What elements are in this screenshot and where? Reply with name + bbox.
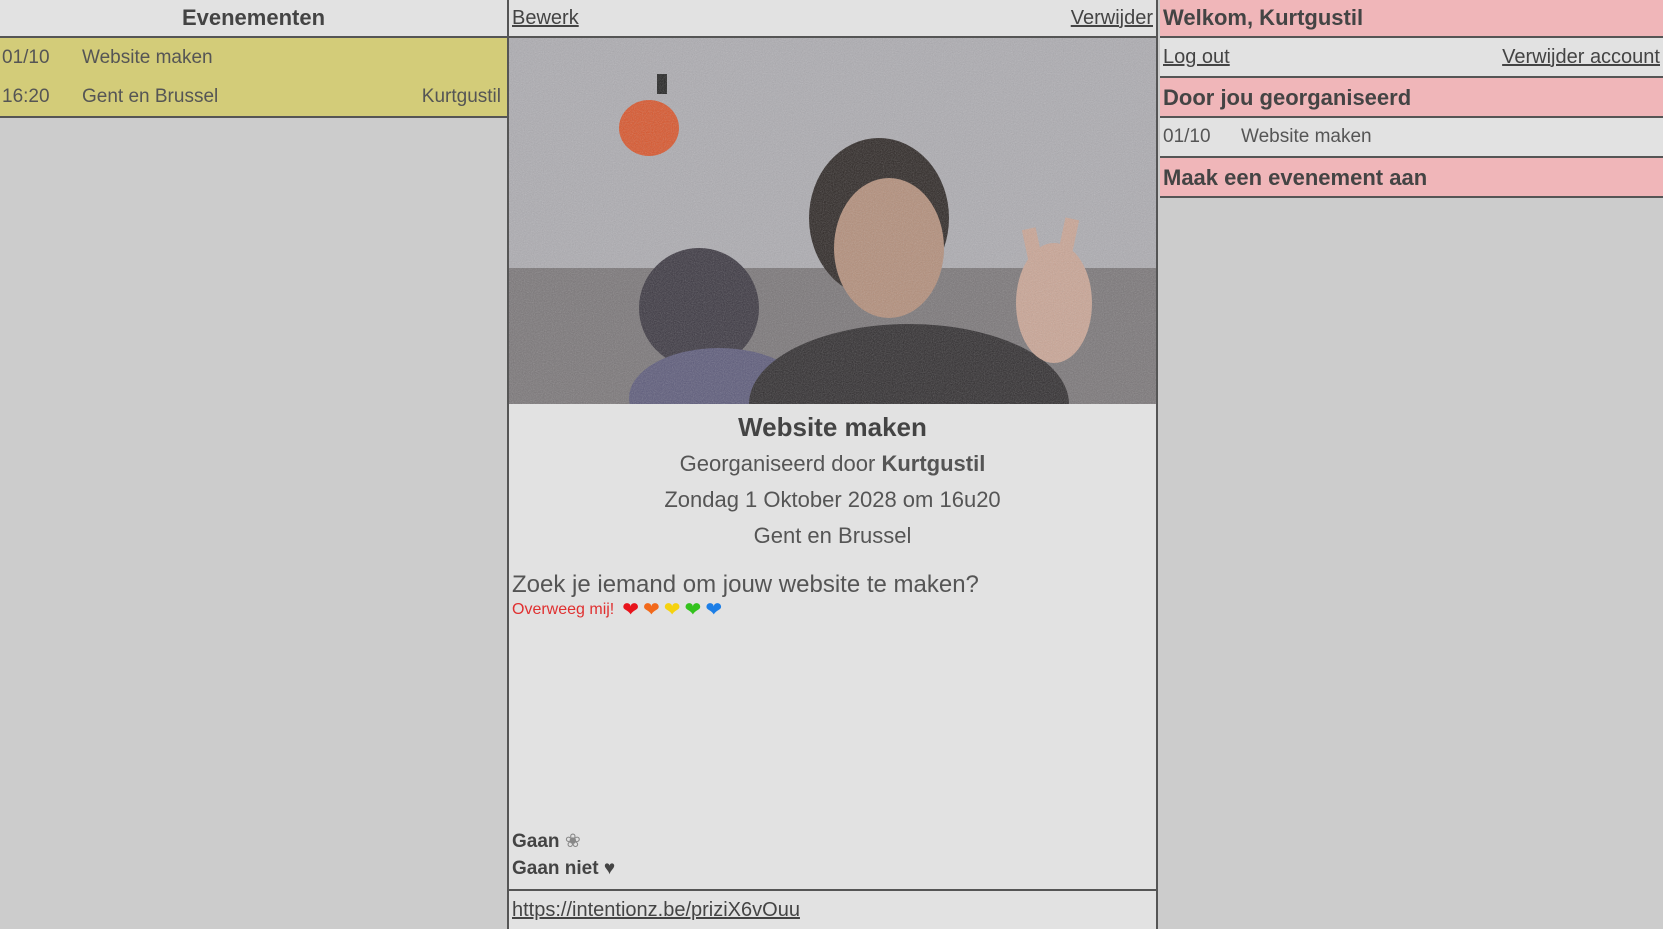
not-going-button[interactable]: Gaan niet ♥ xyxy=(512,855,615,882)
consider-line: Overweeg mij! ❤ ❤ ❤ ❤ ❤ xyxy=(512,600,1153,620)
description-text: Zoek je iemand om jouw website te maken? xyxy=(512,571,979,598)
event-organizer: Kurtgustil xyxy=(421,85,501,107)
going-label: Gaan xyxy=(512,831,560,852)
organized-section-title: Door jou georganiseerd xyxy=(1160,78,1663,118)
event-location: Gent en Brussel xyxy=(753,523,912,548)
green-heart-icon: ❤ xyxy=(684,599,702,621)
events-sidebar: Evenementen 01/10 Website maken 16:20 Ge… xyxy=(0,0,507,929)
yellow-heart-icon: ❤ xyxy=(663,599,681,621)
flower-icon: ❀ xyxy=(564,831,581,852)
organized-event-date: 01/10 xyxy=(1163,126,1211,147)
hearts-row: ❤ ❤ ❤ ❤ ❤ xyxy=(622,600,722,620)
event-photo xyxy=(509,38,1156,404)
event-description: Zoek je iemand om jouw website te maken?… xyxy=(509,570,1156,620)
welcome-header: Welkom, Kurtgustil xyxy=(1160,0,1663,38)
consider-text: Overweeg mij! xyxy=(512,601,615,618)
rsvp-section: Gaan ❀ Gaan niet ♥ xyxy=(512,828,615,882)
edit-event-link[interactable]: Bewerk xyxy=(512,7,579,30)
heart-icon: ♥ xyxy=(603,858,616,879)
event-list-item[interactable]: 01/10 Website maken 16:20 Gent en Brusse… xyxy=(0,38,507,118)
event-datetime: Zondag 1 Oktober 2028 om 16u20 xyxy=(664,487,1001,512)
going-button[interactable]: Gaan ❀ xyxy=(512,828,615,855)
organized-event-item[interactable]: 01/10 Website maken xyxy=(1160,118,1663,158)
organized-event-name: Website maken xyxy=(1241,126,1372,147)
share-link[interactable]: https://intentionz.be/priziX6vOuu xyxy=(512,899,800,922)
red-heart-icon: ❤ xyxy=(622,599,640,621)
event-location: Gent en Brussel xyxy=(82,85,219,107)
event-date: 01/10 xyxy=(2,46,50,68)
delete-event-link[interactable]: Verwijder xyxy=(1071,7,1153,30)
account-panel: Welkom, Kurtgustil Log out Verwijder acc… xyxy=(1160,0,1663,929)
event-detail-panel: Bewerk Verwijder Website maken Georganis… xyxy=(507,0,1158,929)
orange-heart-icon: ❤ xyxy=(643,599,660,621)
share-link-bar: https://intentionz.be/priziX6vOuu xyxy=(509,889,1156,929)
event-action-bar: Bewerk Verwijder xyxy=(509,0,1156,38)
not-going-label: Gaan niet xyxy=(512,858,599,879)
account-action-bar: Log out Verwijder account xyxy=(1160,38,1663,78)
event-time: 16:20 xyxy=(2,85,50,107)
organized-by-label: Georganiseerd door xyxy=(679,451,876,476)
event-title: Website maken xyxy=(738,412,927,442)
event-organizer-line: Georganiseerd door Kurtgustil xyxy=(509,446,1156,482)
events-sidebar-title: Evenementen xyxy=(0,0,507,38)
blue-heart-icon: ❤ xyxy=(705,599,723,621)
event-name: Website maken xyxy=(82,46,213,68)
event-organizer-name: Kurtgustil xyxy=(881,451,986,476)
create-event-button[interactable]: Maak een evenement aan xyxy=(1160,158,1663,198)
delete-account-link[interactable]: Verwijder account xyxy=(1502,46,1660,69)
logout-link[interactable]: Log out xyxy=(1163,46,1230,69)
